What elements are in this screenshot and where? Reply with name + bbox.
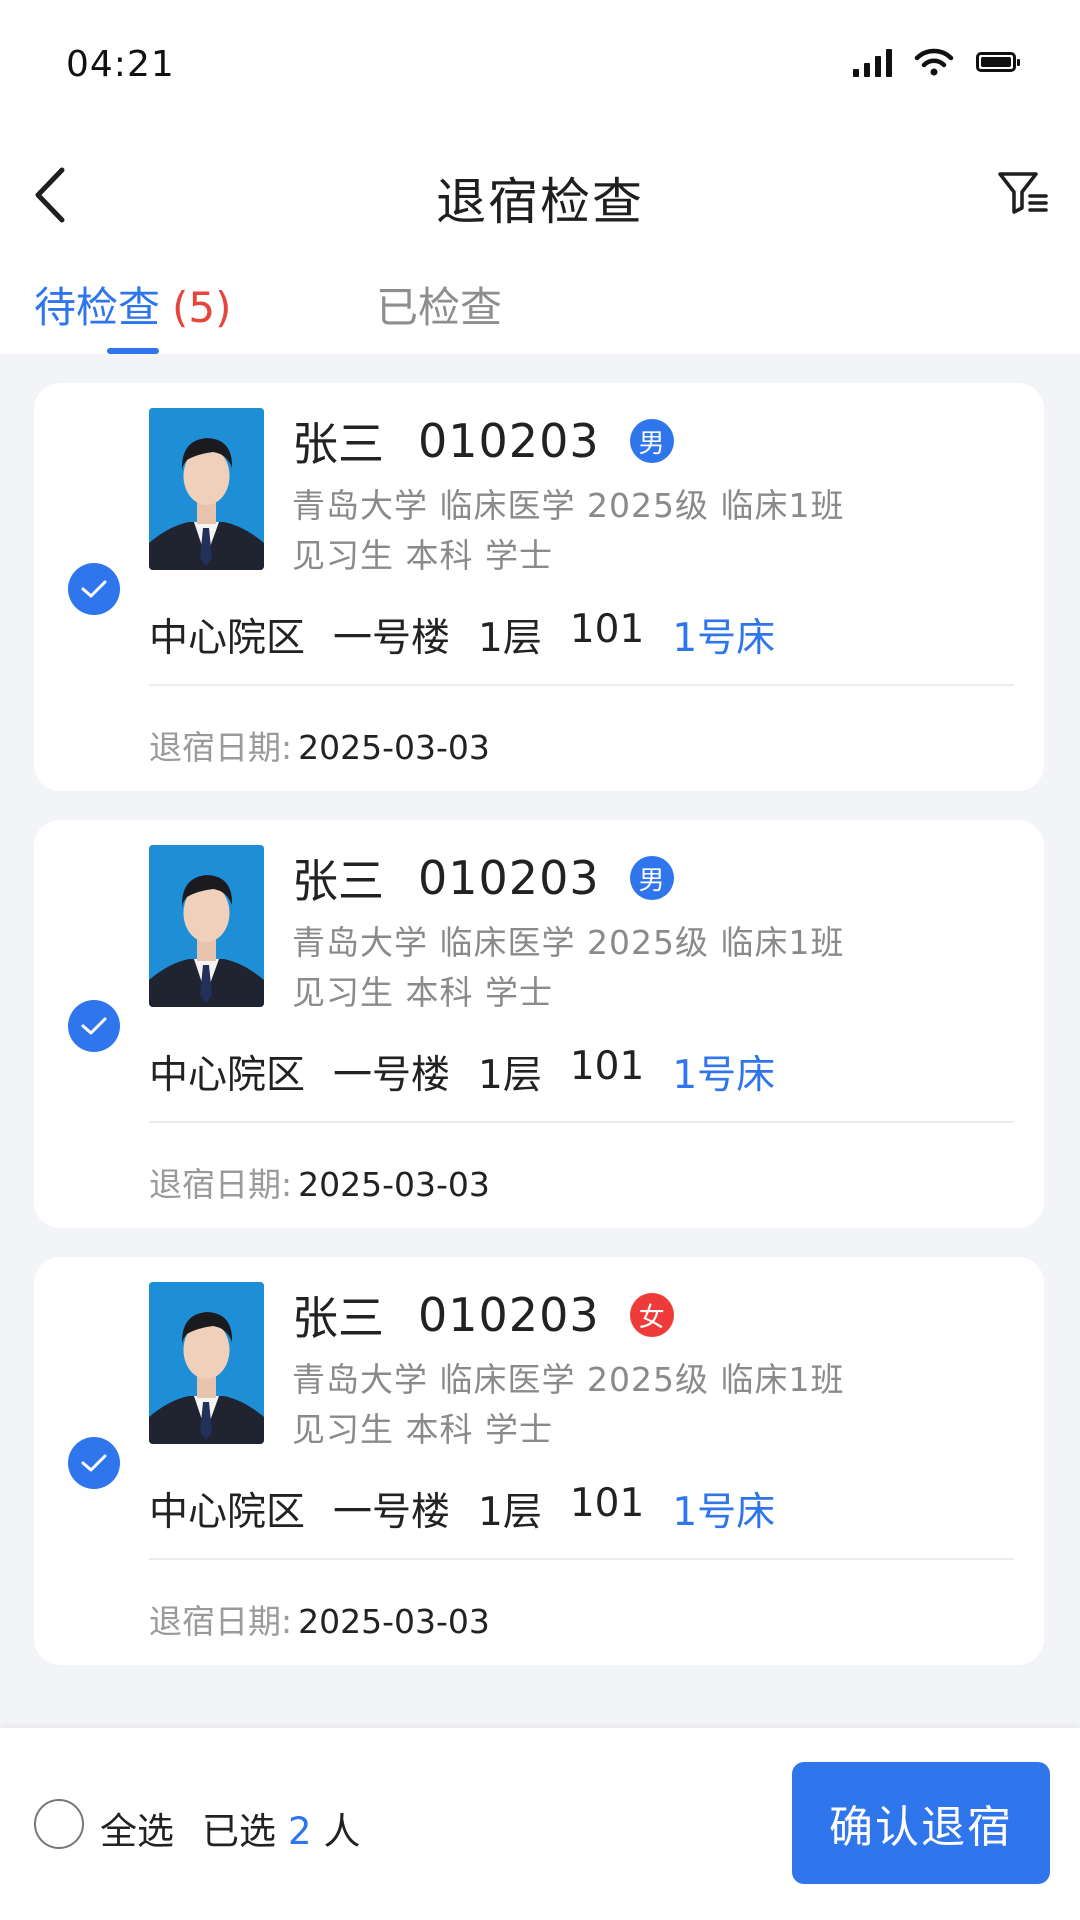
checkout-date-value: 2025-03-03 [298,1165,490,1204]
student-name: 张三 [292,854,384,908]
tab-pending[interactable]: 待检查 (5) [34,274,232,335]
selected-suffix: 人 [323,1810,361,1853]
checkout-date-row: 退宿日期: 2025-03-03 [149,1595,490,1643]
wifi-icon [914,48,954,76]
divider [149,1558,1014,1560]
bed-number: 1号床 [672,616,776,661]
list-item[interactable]: 张三 010203 男 青岛大学 临床医学 2025级 临床1班 见习生 本科 … [34,820,1044,1228]
building: 一号楼 [333,1053,451,1098]
campus: 中心院区 [149,1053,306,1098]
student-id: 010203 [418,1288,600,1342]
tab-pending-label: 待检查 [34,283,161,332]
checkout-list: 张三 010203 男 青岛大学 临床医学 2025级 临床1班 见习生 本科 … [34,383,1044,1694]
tab-checked[interactable]: 已检查 [376,274,502,335]
checkout-date-label: 退宿日期: [149,1165,293,1204]
check-icon [81,1454,107,1472]
bed-number: 1号床 [672,1490,776,1535]
gender-badge: 男 [629,419,674,463]
floor: 1层 [478,1053,542,1098]
top-area: 04:21 退宿检查 待检查 (5) 已检查 [0,0,1080,354]
checkout-date-row: 退宿日期: 2025-03-03 [149,721,490,769]
avatar [149,845,264,1007]
gender-badge: 男 [629,856,674,900]
confirm-checkout-button[interactable]: 确认退宿 [792,1762,1050,1884]
room-number: 101 [569,1481,645,1526]
checkbox-checked[interactable] [68,1000,120,1052]
divider [149,1121,1014,1123]
floor: 1层 [478,616,542,661]
bottom-action-bar: 全选 已选 2 人 确认退宿 [0,1728,1080,1920]
room-info: 中心院区 一号楼 1层 101 1号床 [149,1044,775,1100]
level-info: 见习生 本科 学士 [292,1410,553,1449]
selected-count-info: 已选 2 人 [202,1801,361,1855]
status-icons [853,44,1020,80]
select-all-radio[interactable] [34,1799,84,1849]
signal-icon [853,47,892,77]
avatar [149,1282,264,1444]
room-number: 101 [569,1044,645,1089]
student-id: 010203 [418,414,600,468]
checkout-date-label: 退宿日期: [149,728,293,767]
student-name: 张三 [292,417,384,471]
checkout-date-value: 2025-03-03 [298,728,490,767]
floor: 1层 [478,1490,542,1535]
checkout-date-value: 2025-03-03 [298,1602,490,1641]
status-bar: 04:21 [0,0,1080,130]
room-number: 101 [569,607,645,652]
divider [149,684,1014,686]
campus: 中心院区 [149,1490,306,1535]
page-title: 退宿检查 [436,173,644,231]
nav-bar: 退宿检查 [0,150,1080,240]
tab-bar: 待检查 (5) 已检查 [0,268,1080,354]
building: 一号楼 [333,616,451,661]
tab-pending-count: (5) [172,283,232,332]
filter-button[interactable] [996,164,1052,220]
select-all-label[interactable]: 全选 [100,1801,174,1855]
checkout-date-label: 退宿日期: [149,1602,293,1641]
selected-prefix: 已选 [202,1810,276,1853]
list-item[interactable]: 张三 010203 女 青岛大学 临床医学 2025级 临床1班 见习生 本科 … [34,1257,1044,1665]
avatar [149,408,264,570]
name-line: 张三 010203 女 [292,1285,674,1345]
student-name: 张三 [292,1291,384,1345]
tab-active-indicator [107,348,159,354]
filter-icon [998,172,1048,214]
building: 一号楼 [333,1490,451,1535]
level-info: 见习生 本科 学士 [292,536,553,575]
name-line: 张三 010203 男 [292,848,674,908]
checkout-date-row: 退宿日期: 2025-03-03 [149,1158,490,1206]
bed-number: 1号床 [672,1053,776,1098]
selected-count: 2 [288,1810,312,1853]
school-info: 青岛大学 临床医学 2025级 临床1班 [292,923,845,962]
student-id: 010203 [418,851,600,905]
room-info: 中心院区 一号楼 1层 101 1号床 [149,607,775,663]
status-time: 04:21 [66,44,175,85]
checkbox-checked[interactable] [68,1437,120,1489]
checkbox-checked[interactable] [68,563,120,615]
level-info: 见习生 本科 学士 [292,973,553,1012]
room-info: 中心院区 一号楼 1层 101 1号床 [149,1481,775,1537]
gender-badge: 女 [629,1293,674,1337]
school-info: 青岛大学 临床医学 2025级 临床1班 [292,486,845,525]
name-line: 张三 010203 男 [292,411,674,471]
battery-icon [976,52,1020,72]
list-item[interactable]: 张三 010203 男 青岛大学 临床医学 2025级 临床1班 见习生 本科 … [34,383,1044,791]
campus: 中心院区 [149,616,306,661]
school-info: 青岛大学 临床医学 2025级 临床1班 [292,1360,845,1399]
check-icon [81,1017,107,1035]
check-icon [81,580,107,598]
